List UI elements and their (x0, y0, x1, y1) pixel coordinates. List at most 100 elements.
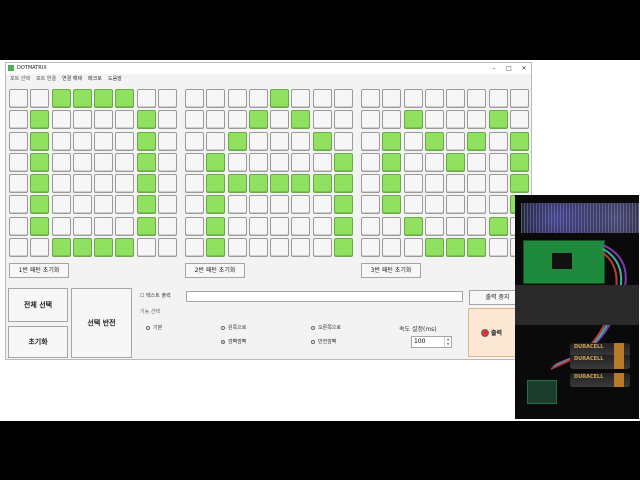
led-cell[interactable] (115, 238, 135, 258)
led-cell[interactable] (185, 238, 204, 258)
function-option[interactable]: 깜빡깜빡 (221, 339, 246, 346)
led-cell[interactable] (403, 174, 423, 194)
led-cell[interactable] (312, 195, 332, 215)
led-cell[interactable] (361, 195, 380, 215)
led-cell[interactable] (291, 110, 311, 130)
led-cell[interactable] (403, 216, 423, 236)
led-cell[interactable] (94, 152, 114, 172)
led-cell[interactable] (334, 195, 354, 215)
led-cell[interactable] (424, 195, 444, 215)
led-cell[interactable] (136, 216, 156, 236)
led-cell[interactable] (115, 89, 135, 108)
led-cell[interactable] (361, 131, 380, 151)
led-cell[interactable] (51, 110, 71, 130)
led-cell[interactable] (488, 89, 508, 108)
led-cell[interactable] (403, 195, 423, 215)
led-cell[interactable] (467, 238, 487, 258)
led-cell[interactable] (72, 110, 92, 130)
led-cell[interactable] (30, 238, 50, 258)
led-cell[interactable] (291, 238, 311, 258)
led-cell[interactable] (270, 89, 290, 108)
led-cell[interactable] (185, 216, 204, 236)
led-cell[interactable] (510, 174, 530, 194)
led-cell[interactable] (136, 89, 156, 108)
led-cell[interactable] (446, 216, 466, 236)
led-cell[interactable] (72, 152, 92, 172)
led-cell[interactable] (136, 131, 156, 151)
led-cell[interactable] (291, 195, 311, 215)
led-cell[interactable] (136, 174, 156, 194)
led-cell[interactable] (361, 216, 380, 236)
menu-disconnect[interactable]: 연결 해제 (62, 76, 82, 83)
led-cell[interactable] (424, 216, 444, 236)
led-cell[interactable] (206, 89, 226, 108)
led-cell[interactable] (424, 174, 444, 194)
led-cell[interactable] (206, 174, 226, 194)
led-cell[interactable] (248, 110, 268, 130)
led-cell[interactable] (446, 174, 466, 194)
led-cell[interactable] (51, 174, 71, 194)
led-cell[interactable] (30, 216, 50, 236)
led-cell[interactable] (51, 216, 71, 236)
led-cell[interactable] (227, 174, 247, 194)
led-cell[interactable] (72, 89, 92, 108)
led-cell[interactable] (270, 216, 290, 236)
led-cell[interactable] (361, 238, 380, 258)
function-option[interactable]: 반전깜빡 (311, 339, 336, 346)
led-cell[interactable] (446, 195, 466, 215)
select-all-button[interactable]: 전체 선택 (8, 288, 68, 322)
led-cell[interactable] (424, 110, 444, 130)
led-cell[interactable] (291, 152, 311, 172)
led-cell[interactable] (424, 238, 444, 258)
menu-help[interactable]: 도움말 (108, 76, 122, 83)
led-cell[interactable] (424, 152, 444, 172)
led-cell[interactable] (291, 131, 311, 151)
led-cell[interactable] (185, 152, 204, 172)
led-cell[interactable] (9, 216, 28, 236)
led-cell[interactable] (382, 238, 402, 258)
led-cell[interactable] (403, 152, 423, 172)
led-cell[interactable] (312, 216, 332, 236)
led-cell[interactable] (382, 174, 402, 194)
reset-pattern-3-button[interactable]: 3번 패턴 초기화 (361, 263, 421, 278)
led-cell[interactable] (361, 89, 380, 108)
menu-port-select[interactable]: 포트 선택 (10, 76, 30, 83)
led-cell[interactable] (248, 216, 268, 236)
led-cell[interactable] (158, 152, 178, 172)
led-cell[interactable] (361, 174, 380, 194)
led-cell[interactable] (72, 131, 92, 151)
led-cell[interactable] (158, 195, 178, 215)
led-cell[interactable] (51, 152, 71, 172)
led-cell[interactable] (94, 131, 114, 151)
led-cell[interactable] (30, 174, 50, 194)
led-cell[interactable] (136, 238, 156, 258)
led-cell[interactable] (312, 152, 332, 172)
led-cell[interactable] (312, 131, 332, 151)
led-cell[interactable] (312, 238, 332, 258)
led-cell[interactable] (185, 89, 204, 108)
led-cell[interactable] (488, 195, 508, 215)
close-button[interactable]: ✕ (517, 63, 531, 74)
led-cell[interactable] (361, 152, 380, 172)
led-cell[interactable] (158, 131, 178, 151)
led-cell[interactable] (382, 216, 402, 236)
led-cell[interactable] (382, 195, 402, 215)
led-cell[interactable] (312, 110, 332, 130)
led-cell[interactable] (30, 195, 50, 215)
led-cell[interactable] (510, 89, 530, 108)
led-cell[interactable] (270, 152, 290, 172)
led-cell[interactable] (115, 216, 135, 236)
led-cell[interactable] (51, 195, 71, 215)
text-output-input[interactable] (186, 291, 463, 302)
led-cell[interactable] (382, 89, 402, 108)
led-cell[interactable] (206, 152, 226, 172)
led-cell[interactable] (424, 89, 444, 108)
led-cell[interactable] (206, 216, 226, 236)
led-cell[interactable] (334, 110, 354, 130)
led-cell[interactable] (467, 195, 487, 215)
led-cell[interactable] (510, 131, 530, 151)
led-cell[interactable] (227, 216, 247, 236)
led-cell[interactable] (227, 195, 247, 215)
led-cell[interactable] (9, 195, 28, 215)
invert-selection-button[interactable]: 선택 반전 (71, 288, 132, 358)
